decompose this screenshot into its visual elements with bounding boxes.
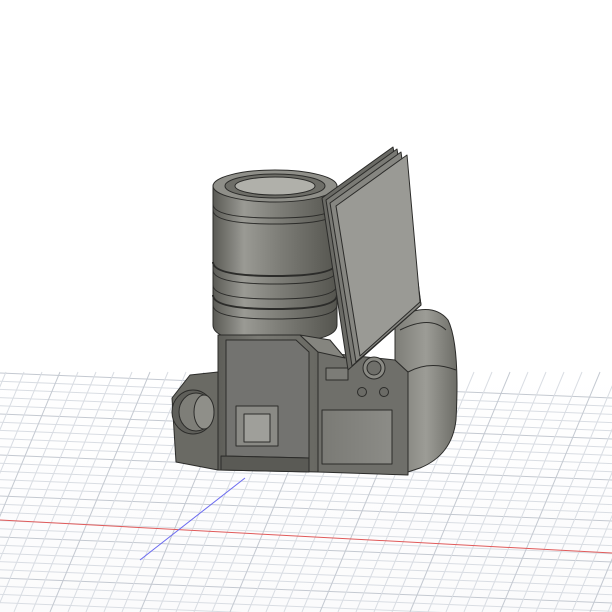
grid-line (0, 470, 612, 497)
grid-line (0, 371, 7, 388)
grid-line (589, 557, 612, 612)
grid-line (0, 371, 79, 561)
grid-line (0, 371, 25, 431)
grid-line (0, 520, 612, 547)
small-button-right[interactable] (379, 387, 389, 397)
grid-line (571, 514, 612, 612)
grid-line (0, 479, 612, 506)
grid-line (0, 561, 612, 588)
grid-line (0, 487, 612, 514)
grid-line (0, 569, 612, 596)
cad-viewport[interactable] (0, 0, 612, 612)
mode-dial[interactable] (171, 389, 215, 435)
3d-scene[interactable] (0, 0, 612, 612)
camera-model[interactable] (171, 146, 458, 476)
shutter-button-inner (366, 360, 382, 376)
grid-line (0, 371, 43, 475)
grid-line (0, 544, 612, 571)
grid-line (0, 552, 612, 579)
small-button-left[interactable] (357, 387, 367, 397)
grid-line (607, 601, 612, 612)
grid-line (0, 528, 612, 555)
hot-shoe (325, 367, 349, 381)
lens-barrel (212, 169, 338, 343)
rear-screen (321, 409, 393, 465)
viewfinder-window (235, 405, 279, 447)
